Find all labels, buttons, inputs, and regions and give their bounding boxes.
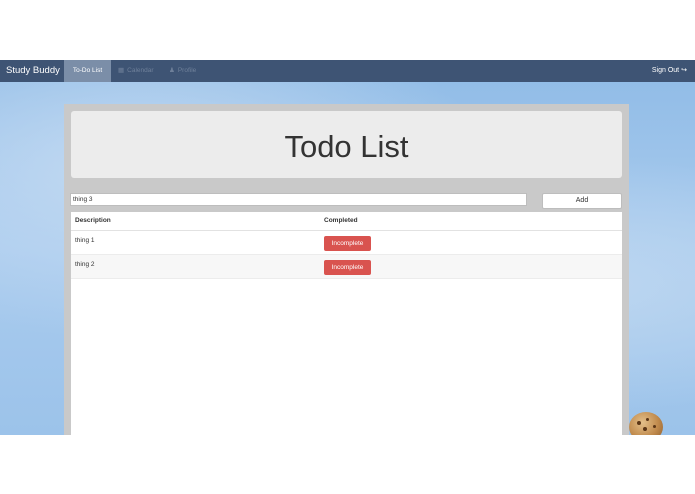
chocolate-chip <box>637 421 641 425</box>
tab-calendar[interactable]: ▦ Calendar <box>118 60 154 82</box>
row-divider <box>71 278 622 279</box>
table-row: thing 2 Incomplete <box>71 255 622 279</box>
column-header-completed: Completed <box>324 217 358 224</box>
chocolate-chip <box>646 418 649 421</box>
sign-out-icon: ↪ <box>681 67 687 74</box>
cookie-mascot-image <box>629 412 663 435</box>
tab-todo-list[interactable]: To-Do List <box>64 60 111 82</box>
tab-calendar-label: Calendar <box>127 67 154 74</box>
incomplete-button[interactable]: Incomplete <box>324 260 371 275</box>
user-icon: ♟ <box>169 67 175 74</box>
title-banner: Todo List <box>71 111 622 178</box>
todo-description: thing 1 <box>75 237 95 244</box>
chocolate-chip <box>653 425 656 428</box>
page-title: Todo List <box>284 129 409 164</box>
tab-todo-list-label: To-Do List <box>72 67 103 74</box>
incomplete-button[interactable]: Incomplete <box>324 236 371 251</box>
todo-table: Description Completed thing 1 Incomplete… <box>71 212 622 435</box>
todo-description: thing 2 <box>75 261 95 268</box>
todo-panel: Todo List Add Description Completed thin… <box>64 104 629 435</box>
navbar: Study Buddy To-Do List ▦ Calendar ♟ Profil… <box>0 60 695 82</box>
app-viewport: Study Buddy To-Do List ▦ Calendar ♟ Profil… <box>0 60 695 435</box>
tab-profile-label: Profile <box>177 67 197 74</box>
chocolate-chip <box>643 427 647 431</box>
new-todo-input[interactable] <box>70 193 527 206</box>
column-header-description: Description <box>75 217 111 224</box>
sign-out-link[interactable]: Sign Out ↪ <box>652 60 687 82</box>
table-row: thing 1 Incomplete <box>71 231 622 255</box>
sign-out-label: Sign Out <box>651 67 680 74</box>
add-button[interactable]: Add <box>542 193 622 209</box>
calendar-icon: ▦ <box>118 67 125 74</box>
brand-link[interactable]: Study Buddy <box>6 60 60 82</box>
tab-profile[interactable]: ♟ Profile <box>169 60 196 82</box>
